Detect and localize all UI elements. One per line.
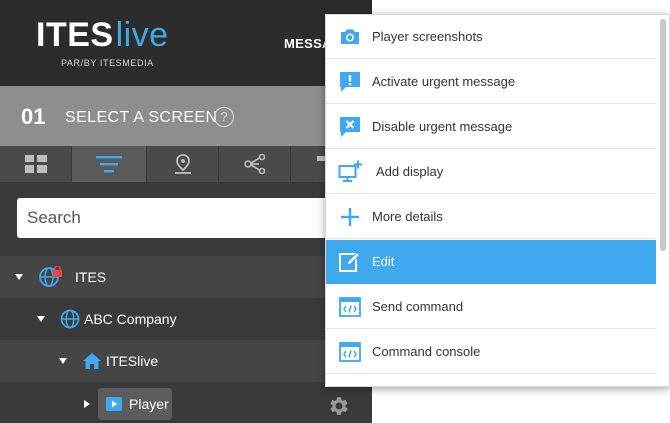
grid-icon xyxy=(24,155,47,173)
logo[interactable]: ITESlive xyxy=(36,16,169,55)
menu-item-send-command[interactable]: Send command xyxy=(326,285,656,329)
tree-label: ITESlive xyxy=(106,353,159,369)
gear-icon[interactable] xyxy=(327,394,351,418)
menu-item-label: Send command xyxy=(372,299,464,314)
step-title: SELECT A SCREEN xyxy=(65,109,218,126)
expand-caret-icon[interactable] xyxy=(59,358,67,364)
tree-item-player[interactable]: Player xyxy=(98,388,172,420)
disable-message-icon xyxy=(340,117,360,137)
tree-label: Player xyxy=(129,396,169,412)
map-pin-icon xyxy=(174,154,191,174)
menu-item-disable-urgent-message[interactable]: Disable urgent message xyxy=(326,105,656,149)
menu-item-player-screenshots[interactable]: Player screenshots xyxy=(326,15,656,59)
tree-label: ABC Company xyxy=(84,311,177,327)
search-box xyxy=(17,198,357,238)
plus-icon xyxy=(341,208,359,226)
home-icon xyxy=(83,353,101,369)
tab-map-view[interactable] xyxy=(147,146,219,182)
urgent-message-icon xyxy=(340,72,360,92)
expand-caret-right-icon[interactable] xyxy=(84,400,90,408)
logo-part-ites: ITES xyxy=(36,16,114,54)
expand-caret-icon[interactable] xyxy=(15,274,23,280)
step-number: 01 xyxy=(21,104,46,129)
tab-network-view[interactable] xyxy=(219,146,291,182)
tree-label: ITES xyxy=(75,269,107,285)
app-header: ITESlive PAR/BY ITESMEDIA MESSA xyxy=(0,0,372,86)
logo-part-live: live xyxy=(115,16,169,54)
player-icon xyxy=(106,397,122,411)
globe-lock-icon xyxy=(39,266,62,287)
console-window-icon xyxy=(339,342,361,362)
tab-list-view[interactable] xyxy=(72,146,147,182)
tree-item-ites[interactable]: ITES xyxy=(0,256,372,298)
menu-item-overflow[interactable] xyxy=(326,375,656,386)
menu-item-edit[interactable]: Edit xyxy=(326,240,656,284)
sidebar: ITESlive PAR/BY ITESMEDIA MESSA 01 SELEC… xyxy=(0,0,372,423)
tab-grid-view[interactable] xyxy=(0,146,72,182)
menu-item-more-details[interactable]: More details xyxy=(326,195,656,239)
menu-item-label: Activate urgent message xyxy=(372,74,516,89)
command-window-icon xyxy=(339,297,361,317)
filter-list-icon xyxy=(96,156,122,173)
menu-item-add-display[interactable]: Add display xyxy=(326,150,656,194)
expand-caret-icon[interactable] xyxy=(37,316,45,322)
menu-scrollbar[interactable] xyxy=(660,19,666,251)
add-display-icon xyxy=(338,160,362,182)
search-input[interactable] xyxy=(17,198,317,238)
menu-item-label: Edit xyxy=(372,254,395,269)
menu-item-label: Command console xyxy=(372,344,481,359)
menu-item-label: Player screenshots xyxy=(372,29,483,44)
menu-item-activate-urgent-message[interactable]: Activate urgent message xyxy=(326,60,656,104)
menu-item-label: More details xyxy=(372,209,443,224)
tree-item-abc-company[interactable]: ABC Company xyxy=(0,298,372,340)
view-tabs xyxy=(0,146,372,182)
logo-subtitle: PAR/BY ITESMEDIA xyxy=(61,58,154,68)
help-icon[interactable]: ? xyxy=(214,107,234,127)
menu-item-label: Disable urgent message xyxy=(372,119,513,134)
edit-icon xyxy=(339,251,361,272)
globe-icon xyxy=(60,309,80,329)
step-bar: 01 SELECT A SCREEN ? xyxy=(0,86,372,146)
tree-item-iteslive[interactable]: ITESlive xyxy=(0,340,372,382)
share-nodes-icon xyxy=(243,154,265,174)
context-menu: Player screenshots Activate urgent messa… xyxy=(325,14,670,387)
menu-item-label: Add display xyxy=(376,164,444,179)
camera-icon xyxy=(341,29,359,44)
menu-item-command-console[interactable]: Command console xyxy=(326,330,656,374)
